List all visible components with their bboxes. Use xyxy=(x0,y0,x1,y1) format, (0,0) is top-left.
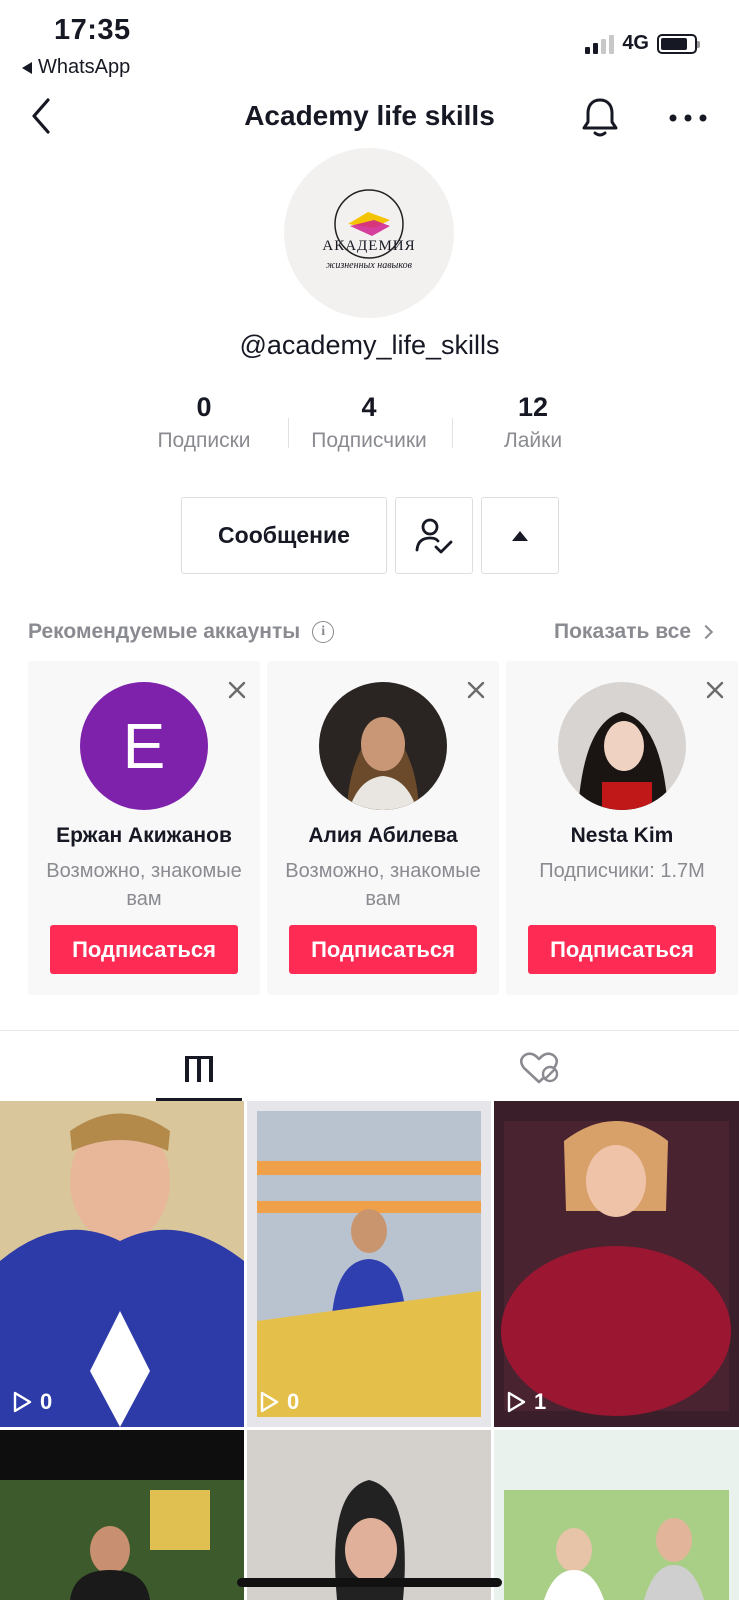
show-all-label: Показать все xyxy=(554,620,691,643)
video-preview-icon xyxy=(0,1101,244,1427)
bell-icon xyxy=(582,98,618,137)
page-title: Academy life skills xyxy=(244,100,495,131)
stat-value: 0 xyxy=(196,392,212,422)
view-count-value: 0 xyxy=(40,1389,53,1414)
show-all-link[interactable]: Показать все xyxy=(554,620,714,644)
account-subtitle: Подписчики: 1.7M xyxy=(539,860,705,882)
back-to-app-link[interactable]: WhatsApp xyxy=(22,56,130,79)
avatar-initial: Е xyxy=(80,682,208,810)
stat-label: Подписки xyxy=(157,429,251,452)
stat-divider xyxy=(452,418,453,448)
account-name: Алия Абилева xyxy=(308,824,458,847)
video-thumbnail[interactable]: 0 xyxy=(247,1101,491,1427)
close-icon[interactable] xyxy=(467,681,485,699)
grid-columns-icon xyxy=(185,1056,213,1082)
notifications-button[interactable] xyxy=(580,96,620,138)
more-dots-icon xyxy=(669,114,707,122)
avatar[interactable]: Е xyxy=(80,682,208,810)
video-preview-icon xyxy=(494,1101,739,1427)
user-check-icon xyxy=(415,518,453,553)
account-name: Nesta Kim xyxy=(570,824,674,847)
recommended-title: Рекомендуемые аккаунты i xyxy=(28,620,335,644)
tabs-divider xyxy=(0,1030,739,1031)
stat-following[interactable]: 0 Подписки xyxy=(129,392,279,453)
stat-divider xyxy=(288,418,289,448)
recommended-card[interactable]: Nesta Kim Подписчики: 1.7M Подписаться xyxy=(506,661,738,995)
status-indicators: 4G xyxy=(585,32,700,55)
person-photo-icon xyxy=(558,682,686,810)
status-time: 17:35 xyxy=(54,14,131,46)
person-photo-icon xyxy=(319,682,447,810)
tab-videos[interactable] xyxy=(154,1048,244,1088)
stat-value: 12 xyxy=(517,392,549,422)
follow-button[interactable]: Подписаться xyxy=(50,925,238,974)
info-icon[interactable]: i xyxy=(312,621,335,643)
caret-up-icon xyxy=(512,530,528,541)
logo-subtext: жизненных навыков xyxy=(326,260,412,271)
view-count: 0 xyxy=(259,1389,299,1415)
profile-avatar[interactable]: АКАДЕМИЯ жизненных навыков xyxy=(284,148,454,318)
stat-label: Лайки xyxy=(503,429,563,452)
close-icon[interactable] xyxy=(706,681,724,699)
video-thumbnail[interactable]: 0 xyxy=(0,1101,244,1427)
recommended-card[interactable]: Алия Абилева Возможно, знакомые вам Подп… xyxy=(267,661,499,995)
account-subtitle: Возможно, знакомые вам xyxy=(46,860,242,910)
following-status-button[interactable] xyxy=(395,497,473,574)
tab-liked[interactable] xyxy=(494,1048,584,1088)
profile-username: @academy_life_skills xyxy=(239,330,500,360)
video-preview-icon xyxy=(0,1430,244,1600)
follow-button[interactable]: Подписаться xyxy=(289,925,477,974)
logo-text: АКАДЕМИЯ xyxy=(322,238,416,254)
recommended-card[interactable]: Е Ержан Акижанов Возможно, знакомые вам … xyxy=(28,661,260,995)
back-app-label: WhatsApp xyxy=(38,56,131,78)
video-thumbnail[interactable] xyxy=(247,1430,491,1600)
stat-followers[interactable]: 4 Подписчики xyxy=(294,392,444,453)
chevron-right-icon xyxy=(698,624,714,640)
stat-label: Подписчики xyxy=(311,429,427,452)
view-count-value: 0 xyxy=(287,1389,300,1414)
avatar[interactable] xyxy=(558,682,686,810)
suggestions-toggle-button[interactable] xyxy=(481,497,559,574)
battery-icon xyxy=(657,33,700,54)
view-count: 0 xyxy=(12,1389,52,1415)
close-icon[interactable] xyxy=(228,681,246,699)
avatar[interactable] xyxy=(319,682,447,810)
signal-icon xyxy=(585,34,615,54)
view-count-value: 1 xyxy=(534,1389,547,1414)
play-icon xyxy=(260,1391,279,1413)
video-thumbnail[interactable] xyxy=(0,1430,244,1600)
home-indicator xyxy=(237,1578,502,1587)
network-label: 4G xyxy=(622,32,649,54)
play-icon xyxy=(13,1391,32,1413)
account-subtitle: Возможно, знакомые вам xyxy=(285,860,481,910)
video-thumbnail[interactable]: 1 xyxy=(494,1101,739,1427)
view-count: 1 xyxy=(506,1389,546,1415)
follow-button[interactable]: Подписаться xyxy=(528,925,716,974)
video-thumbnail[interactable] xyxy=(494,1430,739,1600)
stat-value: 4 xyxy=(361,392,377,422)
recommended-title-label: Рекомендуемые аккаунты xyxy=(28,620,301,643)
video-preview-icon xyxy=(247,1430,491,1600)
back-triangle-icon xyxy=(22,61,32,74)
video-preview-icon xyxy=(494,1430,739,1600)
play-icon xyxy=(507,1391,526,1413)
message-button[interactable]: Сообщение xyxy=(181,497,387,574)
video-preview-icon xyxy=(247,1101,491,1427)
heart-hidden-icon xyxy=(519,1052,559,1084)
stat-likes[interactable]: 12 Лайки xyxy=(458,392,608,453)
account-name: Ержан Акижанов xyxy=(56,824,232,847)
more-options-button[interactable] xyxy=(668,108,708,128)
